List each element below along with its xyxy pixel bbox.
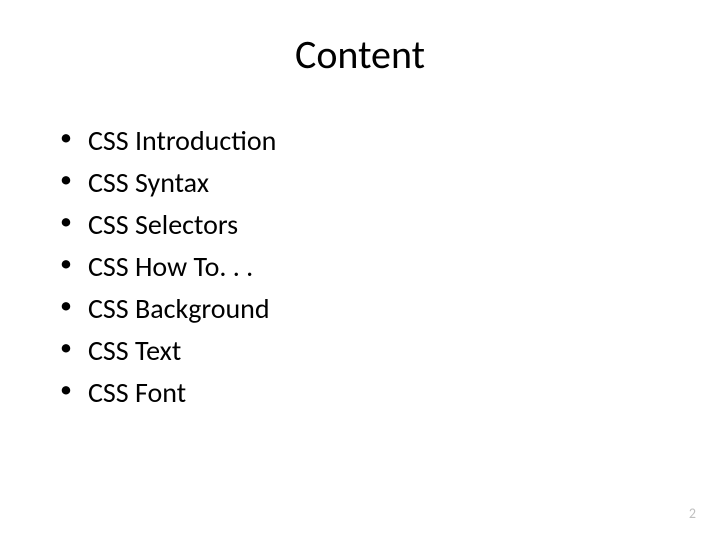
list-item: CSS How To. . . (60, 246, 276, 288)
list-item: CSS Syntax (60, 162, 276, 204)
list-item: CSS Font (60, 372, 276, 414)
list-item: CSS Background (60, 288, 276, 330)
list-item: CSS Selectors (60, 204, 276, 246)
slide-title: Content (0, 30, 720, 79)
page-number: 2 (689, 505, 696, 522)
list-item: CSS Text (60, 330, 276, 372)
content-list: CSS Introduction CSS Syntax CSS Selector… (60, 120, 276, 414)
list-item: CSS Introduction (60, 120, 276, 162)
